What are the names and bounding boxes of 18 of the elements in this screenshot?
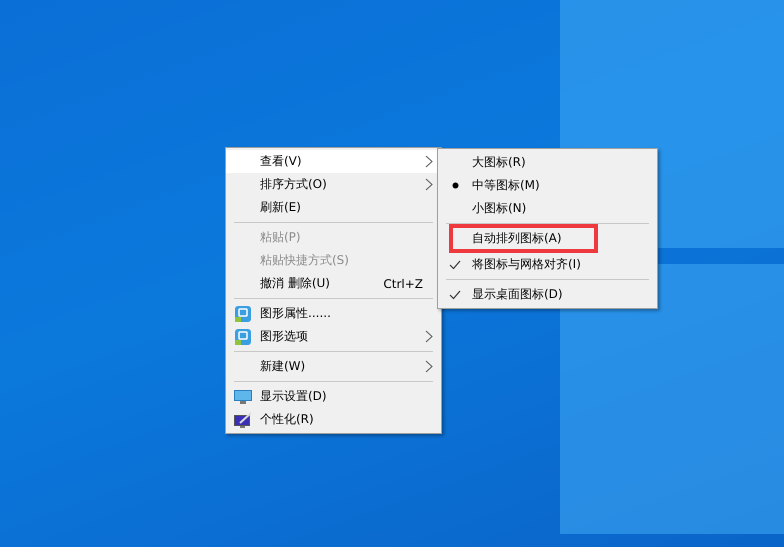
menu-item[interactable]: 图形属性...... bbox=[226, 302, 441, 325]
menu-item[interactable]: 自动排列图标(A) bbox=[452, 227, 595, 250]
menu-item[interactable]: 新建(W) bbox=[226, 355, 441, 378]
menu-item[interactable]: 将图标与网格对齐(I) bbox=[438, 253, 657, 276]
menu-item[interactable]: 显示设置(D) bbox=[226, 385, 441, 408]
menu-item[interactable]: 图形选项 bbox=[226, 325, 441, 348]
menu-item[interactable]: 显示桌面图标(D) bbox=[438, 283, 657, 306]
monitor-brush-icon bbox=[234, 412, 252, 428]
menu-item[interactable]: 撤消 删除(U) Ctrl+Z bbox=[226, 272, 441, 295]
menu-item[interactable]: 小图标(N) bbox=[438, 197, 657, 220]
menu-item[interactable]: 大图标(R) bbox=[438, 151, 657, 174]
menu-item[interactable]: 刷新(E) bbox=[226, 196, 441, 219]
app-icon bbox=[235, 328, 251, 344]
monitor-icon bbox=[234, 390, 252, 404]
menu-item[interactable]: 排序方式(O) bbox=[226, 173, 441, 196]
app-icon bbox=[235, 306, 251, 322]
menu-item[interactable]: 个性化(R) bbox=[226, 408, 441, 431]
menu-item[interactable]: 中等图标(M) bbox=[438, 174, 657, 197]
